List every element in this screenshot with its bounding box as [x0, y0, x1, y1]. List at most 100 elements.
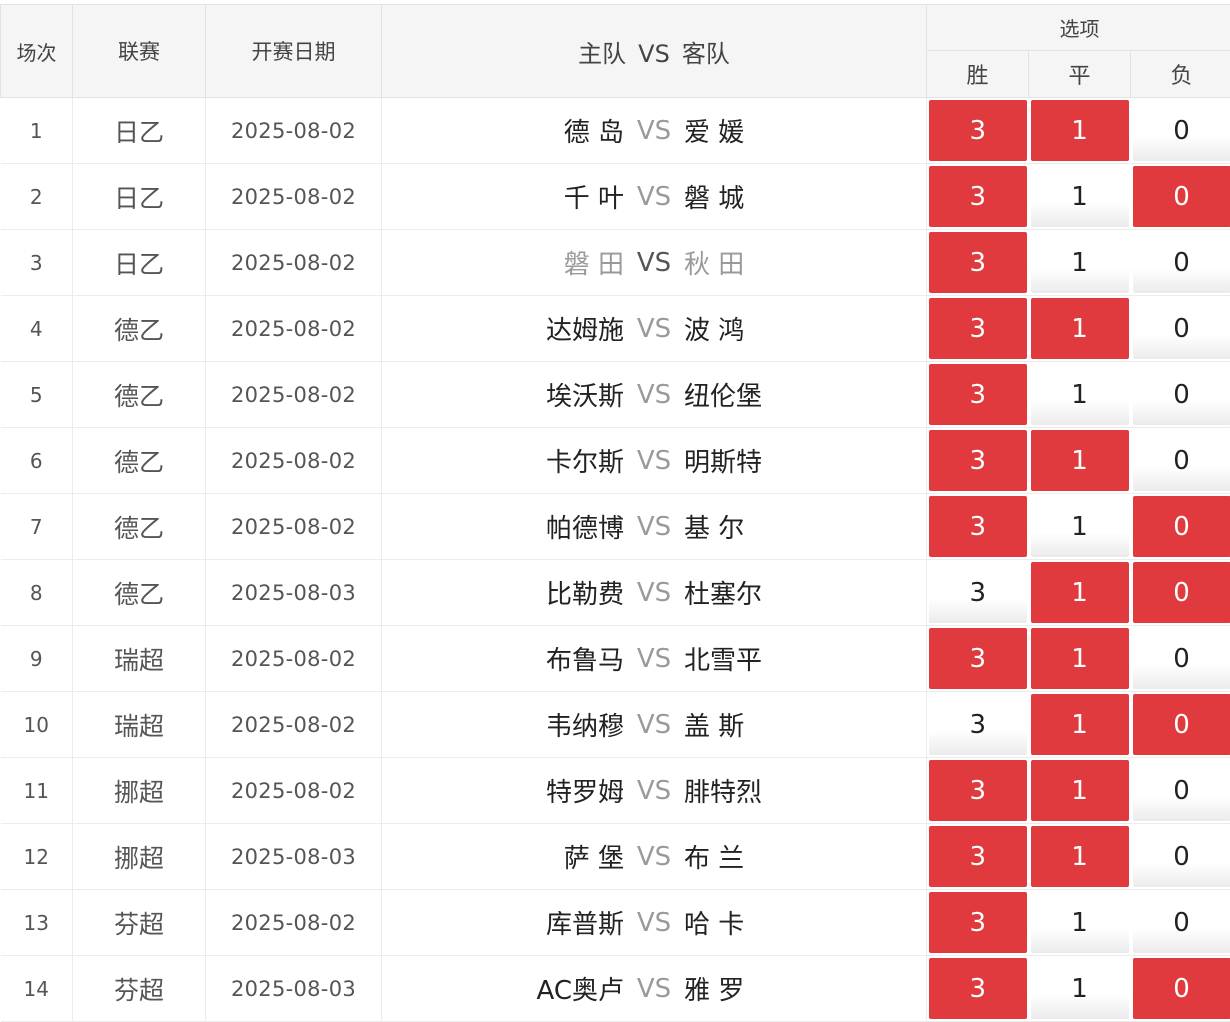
- vs-label: VS: [624, 380, 684, 410]
- table-row: 12挪超2025-08-03萨 堡VS布 兰310: [1, 824, 1230, 890]
- start-date: 2025-08-02: [206, 98, 382, 164]
- option-draw-button[interactable]: 1: [1031, 496, 1129, 557]
- header-win: 胜: [927, 51, 1029, 98]
- vs-label: VS: [624, 974, 684, 1004]
- table-body: 1日乙2025-08-02德 岛VS爱 媛3102日乙2025-08-02千 叶…: [1, 98, 1230, 1022]
- match-number: 1: [1, 98, 73, 164]
- option-win-button[interactable]: 3: [929, 892, 1027, 953]
- option-lose-button[interactable]: 0: [1133, 496, 1230, 557]
- option-win-button[interactable]: 3: [929, 562, 1027, 623]
- league-name: 德乙: [73, 362, 206, 428]
- home-team: 帕德博: [382, 508, 624, 545]
- option-win-button[interactable]: 3: [929, 958, 1027, 1019]
- match-number: 11: [1, 758, 73, 824]
- match-selection-table: 场次 联赛 开赛日期 主队VS客队 选项 胜 平 负 1日乙2025-08-02…: [0, 4, 1230, 1022]
- league-name: 瑞超: [73, 692, 206, 758]
- option-lose-button[interactable]: 0: [1133, 958, 1230, 1019]
- vs-label: VS: [624, 842, 684, 872]
- home-team: 千 叶: [382, 178, 624, 215]
- start-date: 2025-08-02: [206, 230, 382, 296]
- option-lose-button[interactable]: 0: [1133, 166, 1230, 227]
- option-draw-button[interactable]: 1: [1031, 298, 1129, 359]
- option-lose-button[interactable]: 0: [1133, 760, 1230, 821]
- option-draw-button[interactable]: 1: [1031, 562, 1129, 623]
- home-team: 特罗姆: [382, 772, 624, 809]
- option-draw-button[interactable]: 1: [1031, 430, 1129, 491]
- option-lose-button[interactable]: 0: [1133, 100, 1230, 161]
- table-row: 13芬超2025-08-02库普斯VS哈 卡310: [1, 890, 1230, 956]
- option-win-button[interactable]: 3: [929, 628, 1027, 689]
- option-draw-button[interactable]: 1: [1031, 694, 1129, 755]
- header-teams: 主队VS客队: [382, 5, 927, 98]
- match-number: 12: [1, 824, 73, 890]
- away-team: 盖 斯: [684, 706, 926, 743]
- match-number: 6: [1, 428, 73, 494]
- option-lose-button[interactable]: 0: [1133, 826, 1230, 887]
- table-row: 6德乙2025-08-02卡尔斯VS明斯特310: [1, 428, 1230, 494]
- match-teams: AC奥卢VS雅 罗: [382, 956, 927, 1022]
- option-win-button[interactable]: 3: [929, 826, 1027, 887]
- option-win-button[interactable]: 3: [929, 100, 1027, 161]
- home-team: 磐 田: [382, 244, 624, 281]
- option-win-button[interactable]: 3: [929, 430, 1027, 491]
- option-draw-button[interactable]: 1: [1031, 232, 1129, 293]
- option-win-button[interactable]: 3: [929, 694, 1027, 755]
- match-number: 4: [1, 296, 73, 362]
- option-lose-button[interactable]: 0: [1133, 364, 1230, 425]
- option-draw-button[interactable]: 1: [1031, 100, 1129, 161]
- match-number: 9: [1, 626, 73, 692]
- vs-label: VS: [624, 908, 684, 938]
- option-lose-button[interactable]: 0: [1133, 232, 1230, 293]
- table-row: 2日乙2025-08-02千 叶VS磐 城310: [1, 164, 1230, 230]
- vs-label: VS: [624, 248, 684, 278]
- vs-label: VS: [624, 314, 684, 344]
- vs-label: VS: [624, 116, 684, 146]
- start-date: 2025-08-02: [206, 296, 382, 362]
- home-team: 萨 堡: [382, 838, 624, 875]
- option-draw-button[interactable]: 1: [1031, 760, 1129, 821]
- option-win-button[interactable]: 3: [929, 760, 1027, 821]
- away-team: 纽伦堡: [684, 376, 926, 413]
- option-win-button[interactable]: 3: [929, 166, 1027, 227]
- option-draw-button[interactable]: 1: [1031, 364, 1129, 425]
- option-lose-button[interactable]: 0: [1133, 694, 1230, 755]
- vs-label: VS: [624, 512, 684, 542]
- away-team: 磐 城: [684, 178, 926, 215]
- league-name: 德乙: [73, 494, 206, 560]
- match-number: 5: [1, 362, 73, 428]
- match-number: 8: [1, 560, 73, 626]
- table-row: 9瑞超2025-08-02布鲁马VS北雪平310: [1, 626, 1230, 692]
- option-lose-button[interactable]: 0: [1133, 628, 1230, 689]
- option-lose-button[interactable]: 0: [1133, 892, 1230, 953]
- league-name: 挪超: [73, 758, 206, 824]
- start-date: 2025-08-02: [206, 494, 382, 560]
- match-teams: 埃沃斯VS纽伦堡: [382, 362, 927, 428]
- start-date: 2025-08-03: [206, 824, 382, 890]
- match-teams: 德 岛VS爱 媛: [382, 98, 927, 164]
- table-row: 11挪超2025-08-02特罗姆VS腓特烈310: [1, 758, 1230, 824]
- option-win-button[interactable]: 3: [929, 232, 1027, 293]
- option-win-button[interactable]: 3: [929, 298, 1027, 359]
- away-team: 基 尔: [684, 508, 926, 545]
- option-draw-button[interactable]: 1: [1031, 958, 1129, 1019]
- option-draw-button[interactable]: 1: [1031, 628, 1129, 689]
- away-team: 秋 田: [684, 244, 926, 281]
- option-draw-button[interactable]: 1: [1031, 826, 1129, 887]
- option-win-button[interactable]: 3: [929, 364, 1027, 425]
- start-date: 2025-08-03: [206, 956, 382, 1022]
- option-lose-button[interactable]: 0: [1133, 298, 1230, 359]
- option-win-button[interactable]: 3: [929, 496, 1027, 557]
- match-number: 2: [1, 164, 73, 230]
- header-home-team: 主队: [578, 40, 626, 68]
- match-teams: 达姆施VS波 鸿: [382, 296, 927, 362]
- league-name: 日乙: [73, 98, 206, 164]
- header-vs: VS: [638, 40, 670, 68]
- option-lose-button[interactable]: 0: [1133, 430, 1230, 491]
- match-teams: 卡尔斯VS明斯特: [382, 428, 927, 494]
- option-lose-button[interactable]: 0: [1133, 562, 1230, 623]
- option-draw-button[interactable]: 1: [1031, 166, 1129, 227]
- match-teams: 比勒费VS杜塞尔: [382, 560, 927, 626]
- match-number: 10: [1, 692, 73, 758]
- option-draw-button[interactable]: 1: [1031, 892, 1129, 953]
- header-lose: 负: [1131, 51, 1230, 98]
